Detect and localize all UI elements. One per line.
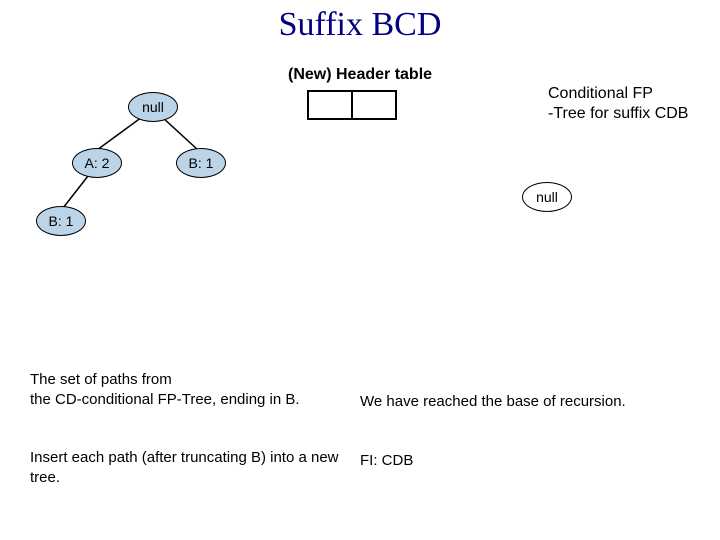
- right-explanation-text: We have reached the base of recursion.FI…: [360, 392, 680, 470]
- left-tree-root-node: null: [128, 92, 178, 122]
- slide: Suffix BCD (New) Header table Conditiona…: [0, 0, 720, 540]
- left-explanation-text: The set of paths fromthe CD-conditional …: [30, 370, 340, 487]
- header-table: [307, 90, 397, 120]
- conditional-fp-label: Conditional FP-Tree for suffix CDB: [548, 84, 708, 124]
- right-tree-root-node: null: [522, 182, 572, 212]
- header-table-divider: [351, 92, 353, 118]
- left-tree-node-a: A: 2: [72, 148, 122, 178]
- left-tree-node-b-left: B: 1: [36, 206, 86, 236]
- left-tree-node-b-right: B: 1: [176, 148, 226, 178]
- header-table-label: (New) Header table: [288, 66, 432, 84]
- slide-title: Suffix BCD: [0, 6, 720, 44]
